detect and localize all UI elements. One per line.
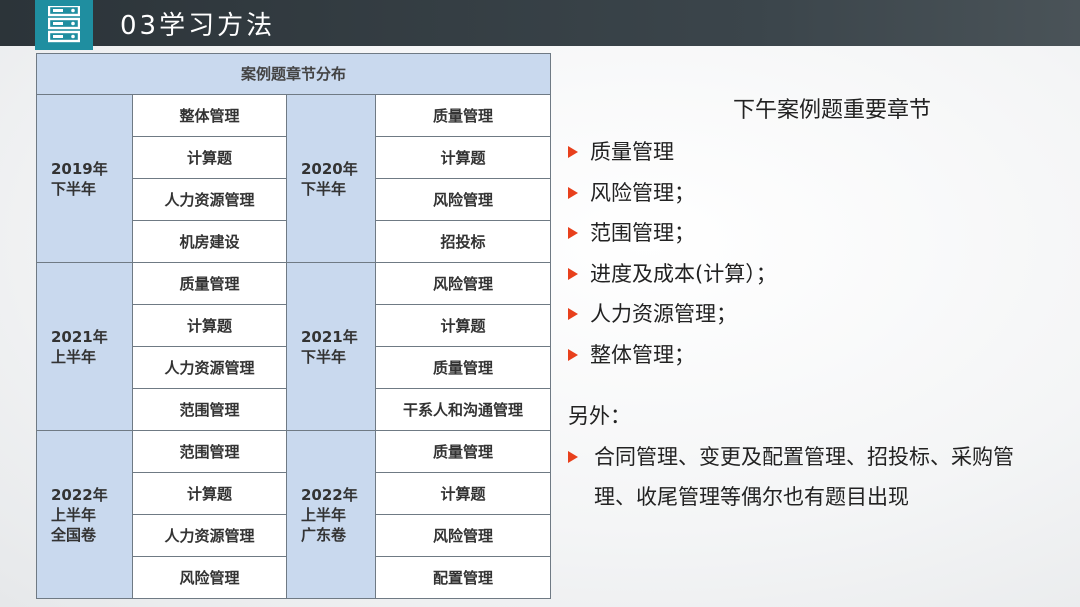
list-item-text: 质量管理 <box>590 140 674 165</box>
period-label: 2021年 下半年 <box>286 262 376 431</box>
list-item-text: 范围管理； <box>590 221 695 246</box>
topic-cell: 质量管理 <box>374 94 552 137</box>
table-row: 2022年 上半年 全国卷 范围管理 2022年 上半年 广东卷 质量管理 <box>36 430 552 599</box>
list-item-text: 风险管理； <box>590 180 695 205</box>
list-item-text: 人力资源管理； <box>590 302 737 327</box>
topic-cell: 风险管理 <box>374 514 552 557</box>
list-item: 整体管理； <box>568 335 777 376</box>
also-label: 另外： <box>568 404 631 428</box>
arrow-right-icon <box>568 308 578 321</box>
list-item-text: 进度及成本(计算）； <box>590 261 777 286</box>
header-icon-box <box>35 0 93 50</box>
right-title: 下午案例题重要章节 <box>733 98 932 123</box>
topic-cell: 配置管理 <box>374 556 552 599</box>
topic-cell: 范围管理 <box>132 388 287 431</box>
list-item: 风险管理； <box>568 173 777 214</box>
period-label: 2020年 下半年 <box>286 94 376 263</box>
topic-cell: 干系人和沟通管理 <box>374 388 552 431</box>
table-row: 2021年 上半年 质量管理 2021年 下半年 风险管理 <box>36 262 552 431</box>
header-bar: 03学习方法 <box>0 0 1080 50</box>
topic-cell: 计算题 <box>374 472 552 515</box>
topic-cell: 计算题 <box>132 472 287 515</box>
topic-cell: 计算题 <box>374 136 552 179</box>
page-title: 03学习方法 <box>120 11 276 41</box>
topic-cell: 质量管理 <box>132 262 287 305</box>
arrow-right-icon <box>568 186 578 199</box>
important-chapters-list: 质量管理风险管理； 范围管理； 进度及成本(计算）； 人力资源管理； 整体管理； <box>568 132 777 375</box>
arrow-right-icon <box>568 146 578 159</box>
list-item: 质量管理 <box>568 132 777 173</box>
table-caption: 案例题章节分布 <box>35 53 552 95</box>
arrow-right-icon <box>568 348 578 361</box>
case-distribution-table: 案例题章节分布 2019年 下半年 整体管理 2020年 下半年 质量管理 计算题 计算题 人力… <box>35 53 552 599</box>
topic-cell: 风险管理 <box>374 262 552 305</box>
topic-cell: 质量管理 <box>374 346 552 389</box>
topic-cell: 风险管理 <box>374 178 552 221</box>
topic-cell: 计算题 <box>132 136 287 179</box>
extra-note-text: 合同管理、变更及配置管理、招投标、采购管理、收尾管理等偶尔也有题目出现 <box>594 445 1014 509</box>
topic-cell: 计算题 <box>132 304 287 347</box>
list-item: 范围管理； <box>568 213 777 254</box>
topic-cell: 范围管理 <box>132 430 287 473</box>
list-item: 进度及成本(计算）； <box>568 254 777 295</box>
topic-cell: 计算题 <box>374 304 552 347</box>
extra-note: 合同管理、变更及配置管理、招投标、采购管理、收尾管理等偶尔也有题目出现 <box>568 437 1038 517</box>
topic-cell: 机房建设 <box>132 220 287 263</box>
period-label: 2022年 上半年 广东卷 <box>286 430 376 599</box>
period-label: 2021年 上半年 <box>36 262 133 431</box>
list-item-text: 整体管理； <box>590 342 695 367</box>
arrow-right-icon <box>568 451 578 463</box>
list-item: 人力资源管理； <box>568 294 777 335</box>
topic-cell: 人力资源管理 <box>132 346 287 389</box>
arrow-right-icon <box>568 227 578 240</box>
topic-cell: 整体管理 <box>132 94 287 137</box>
topic-cell: 招投标 <box>374 220 552 263</box>
server-stack-icon <box>48 6 80 43</box>
topic-cell: 人力资源管理 <box>132 178 287 221</box>
topic-cell: 人力资源管理 <box>132 514 287 557</box>
topic-cell: 质量管理 <box>374 430 552 473</box>
period-label: 2019年 下半年 <box>36 94 133 263</box>
table-row: 2019年 下半年 整体管理 2020年 下半年 质量管理 <box>36 94 552 263</box>
topic-cell: 风险管理 <box>132 556 287 599</box>
period-label: 2022年 上半年 全国卷 <box>36 430 133 599</box>
arrow-right-icon <box>568 267 578 280</box>
